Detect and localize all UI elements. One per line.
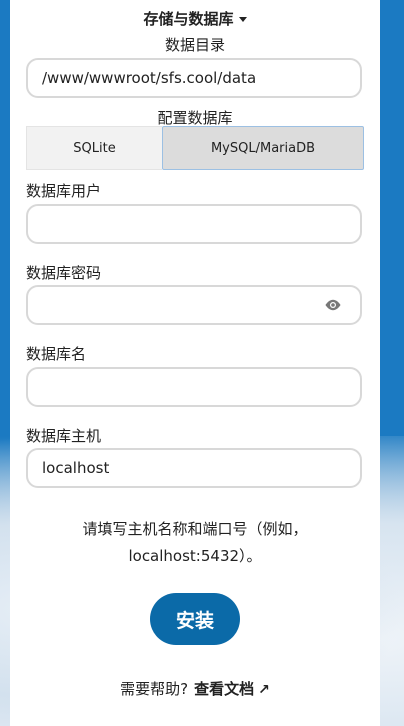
host-hint-text: 请填写主机名称和端口号（例如， localhost:5432）。 [82, 520, 308, 565]
data-dir-label: 数据目录 [164, 36, 225, 54]
docs-link-label: 查看文档 [194, 680, 255, 698]
install-button[interactable]: 安装 [150, 593, 240, 645]
db-user-input[interactable] [26, 204, 362, 244]
chevron-down-icon [238, 17, 247, 22]
db-user-label: 数据库用户 [26, 182, 102, 200]
docs-link[interactable]: 查看文档 ↗ [194, 680, 270, 698]
storage-database-toggle[interactable]: 存储与数据库 [10, 8, 380, 29]
db-host-label: 数据库主机 [26, 427, 102, 445]
storage-database-title: 存储与数据库 [143, 10, 234, 28]
install-form-panel: 存储与数据库 数据目录 /www/wwwroot/sfs.cool/data 配… [10, 0, 380, 726]
external-link-icon: ↗ [258, 682, 270, 698]
db-config-label: 配置数据库 [157, 109, 233, 127]
db-option-sqlite[interactable]: SQLite [26, 126, 162, 170]
help-text: 需要帮助? [120, 680, 189, 698]
db-name-label: 数据库名 [26, 345, 87, 363]
db-host-input[interactable]: localhost [26, 448, 362, 488]
db-host-value: localhost [42, 459, 110, 477]
db-type-selector: SQLite MySQL/MariaDB [26, 126, 364, 170]
db-option-mysql[interactable]: MySQL/MariaDB [162, 126, 364, 170]
data-dir-input[interactable]: /www/wwwroot/sfs.cool/data [26, 58, 362, 98]
help-row: 需要帮助? 查看文档 ↗ [10, 678, 380, 699]
db-password-label: 数据库密码 [26, 264, 102, 282]
db-password-input[interactable] [26, 285, 362, 325]
data-dir-value: /www/wwwroot/sfs.cool/data [42, 69, 257, 87]
eye-icon[interactable] [324, 299, 342, 311]
db-name-input[interactable] [26, 367, 362, 407]
